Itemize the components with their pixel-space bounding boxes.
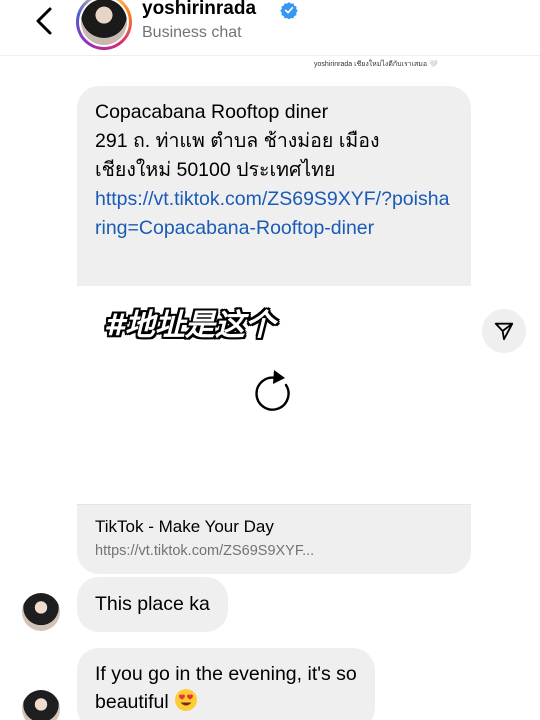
video-overlay-text: #地址是这个 (104, 308, 275, 343)
chat-header: yoshirinrada Business chat (0, 0, 540, 56)
address-line-1: 291 ถ. ท่าแพ ตำบล ช้างม่อย เมือง (95, 130, 380, 152)
message-bubble[interactable]: This place ka (77, 577, 228, 632)
avatar-image (81, 0, 127, 45)
profile-avatar[interactable] (76, 0, 132, 50)
tiktok-link[interactable]: https://vt.tiktok.com/ZS69S9XYF/?poishar… (95, 185, 453, 243)
back-chevron-icon[interactable] (30, 4, 60, 38)
shared-post-caption: yoshirinrada เชียงใหม่ไงดีกับเราเสมอ 🤍 (314, 61, 438, 68)
place-name: Copacabana Rooftop diner (95, 101, 329, 123)
shared-location-card[interactable]: Copacabana Rooftop diner 291 ถ. ท่าแพ ตำ… (77, 86, 471, 286)
sender-avatar[interactable] (22, 593, 60, 631)
message-bubble[interactable]: If you go in the evening, it's so beauti… (77, 648, 375, 720)
link-preview-url: https://vt.tiktok.com/ZS69S9XYF... (95, 543, 315, 559)
address-line-2: เชียงใหม่ 50100 ประเทศไทย (95, 159, 336, 181)
link-preview-title: TikTok - Make Your Day (95, 517, 274, 536)
share-button[interactable] (482, 309, 526, 353)
chat-type-subtitle: Business chat (142, 24, 242, 41)
sender-avatar[interactable] (22, 690, 60, 720)
verified-badge-icon (280, 2, 298, 19)
message-text: This place ka (95, 593, 210, 615)
username[interactable]: yoshirinrada (142, 0, 256, 20)
message-text-line-1: If you go in the evening, it's so (95, 663, 357, 685)
message-text-line-2: beautiful (95, 691, 169, 713)
reload-icon[interactable] (250, 365, 298, 415)
send-icon (494, 322, 514, 341)
link-preview[interactable]: TikTok - Make Your Day https://vt.tiktok… (77, 504, 471, 574)
heart-eyes-emoji (175, 689, 198, 711)
